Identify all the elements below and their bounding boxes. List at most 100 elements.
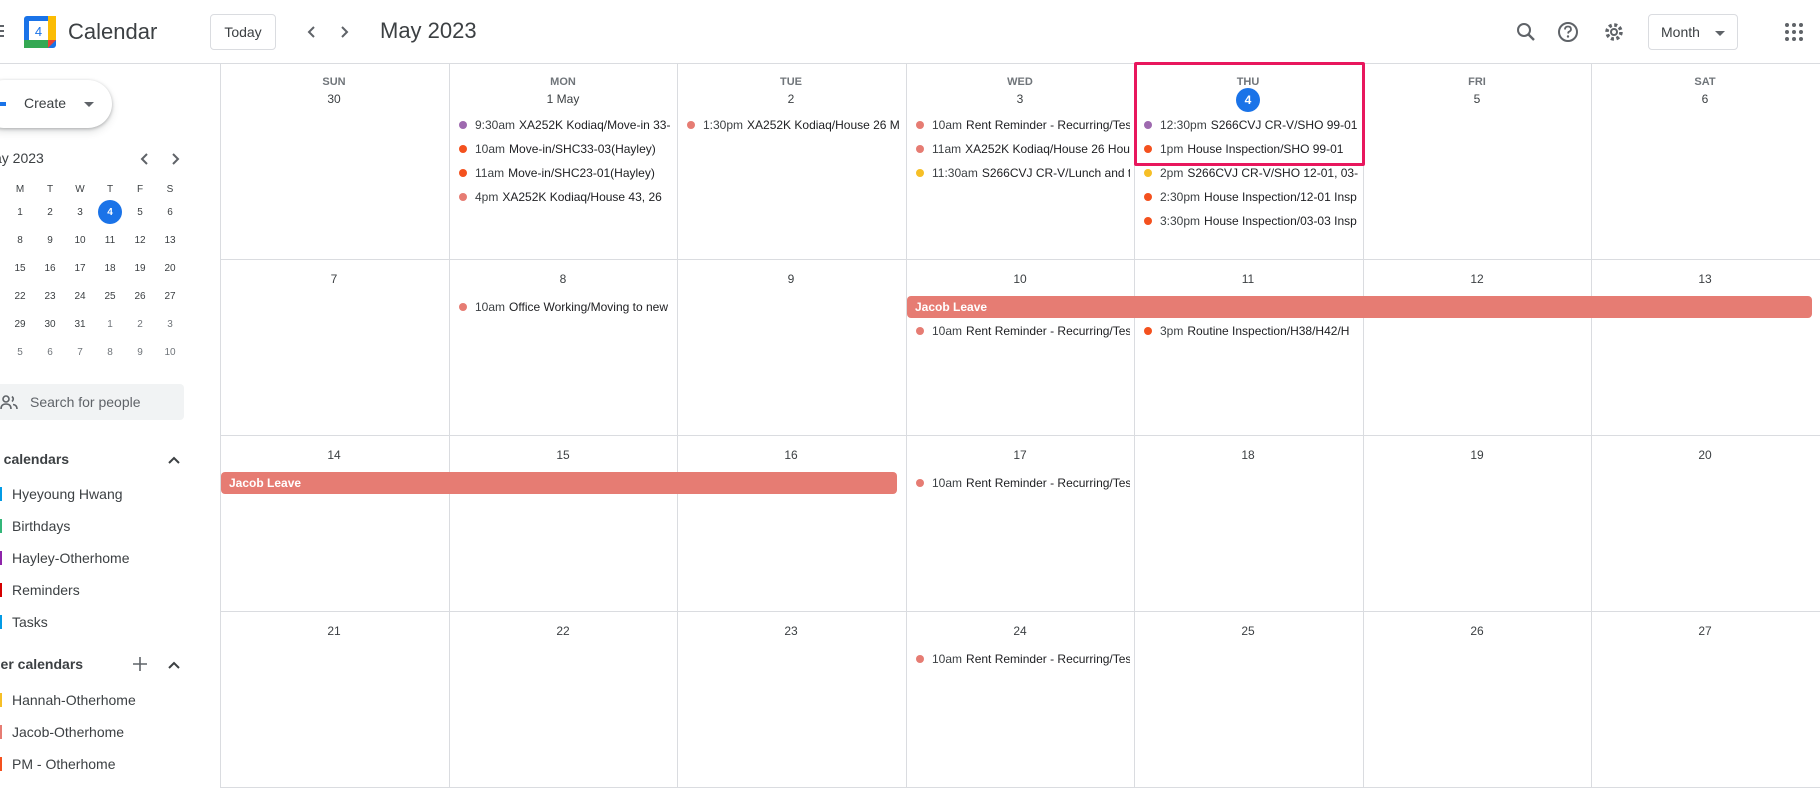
calendar-event[interactable]: 2pm S266CVJ CR-V/SHO 12-01, 03-0 [1144, 162, 1358, 184]
settings-button[interactable] [1598, 16, 1630, 48]
calendar-event[interactable]: 10am Move-in/SHC33-03(Hayley) [459, 138, 673, 160]
main-menu-icon[interactable] [0, 22, 4, 42]
previous-month-button[interactable] [296, 16, 328, 48]
day-number[interactable]: 2 [677, 92, 905, 106]
day-number[interactable]: 20 [1591, 448, 1819, 462]
other-calendars-heading[interactable]: her calendars [0, 656, 83, 672]
view-selector[interactable]: Month [1648, 14, 1738, 50]
create-button[interactable]: Create [0, 80, 112, 128]
mini-calendar-day[interactable]: 2 [35, 198, 65, 226]
today-button[interactable]: Today [210, 14, 276, 50]
mini-calendar-day[interactable]: 18 [95, 254, 125, 282]
mini-calendar-day[interactable]: 6 [35, 338, 65, 366]
day-number[interactable]: 3 [906, 92, 1134, 106]
search-button[interactable] [1510, 16, 1542, 48]
mini-calendar-day[interactable]: 16 [35, 254, 65, 282]
mini-calendar-previous-button[interactable] [134, 148, 156, 170]
mini-calendar-day[interactable]: 11 [95, 226, 125, 254]
day-number[interactable]: 10 [906, 272, 1134, 286]
search-people-box[interactable] [0, 384, 184, 420]
mini-calendar-day[interactable]: 2 [125, 310, 155, 338]
my-calendar-item[interactable]: Reminders [0, 578, 200, 602]
mini-calendar-next-button[interactable] [164, 148, 186, 170]
mini-calendar-day[interactable]: 24 [65, 282, 95, 310]
day-number[interactable]: 19 [1363, 448, 1591, 462]
mini-calendar-day[interactable]: 31 [65, 310, 95, 338]
calendar-event[interactable]: 2:30pm House Inspection/12-01 Insp [1144, 186, 1358, 208]
mini-calendar-day[interactable]: 8 [95, 338, 125, 366]
day-number[interactable]: 23 [677, 624, 905, 638]
day-number[interactable]: 12 [1363, 272, 1591, 286]
my-calendar-item[interactable]: Hayley-Otherhome [0, 546, 200, 570]
calendar-logo-icon[interactable]: 4 [24, 16, 56, 48]
day-number[interactable]: 6 [1591, 92, 1819, 106]
day-number[interactable]: 9 [677, 272, 905, 286]
day-number[interactable]: 16 [677, 448, 905, 462]
mini-calendar-day[interactable]: 13 [155, 226, 185, 254]
help-button[interactable] [1552, 16, 1584, 48]
day-number[interactable]: 21 [220, 624, 448, 638]
calendar-event[interactable]: 10am Rent Reminder - Recurring/Tes [916, 648, 1130, 670]
google-apps-button[interactable] [1778, 16, 1810, 48]
other-calendar-item[interactable]: Hannah-Otherhome [0, 688, 200, 712]
calendar-event[interactable]: 4pm XA252K Kodiaq/House 43, 26 [459, 186, 673, 208]
mini-calendar-day[interactable]: 15 [5, 254, 35, 282]
calendar-event[interactable]: 9:30am XA252K Kodiaq/Move-in 33- [459, 114, 673, 136]
mini-calendar-day[interactable]: 27 [155, 282, 185, 310]
day-number[interactable]: 8 [449, 272, 677, 286]
mini-calendar-day[interactable]: 23 [35, 282, 65, 310]
all-day-event[interactable]: Jacob Leave [221, 472, 897, 494]
calendar-event[interactable]: 10am Office Working/Moving to new [459, 296, 673, 318]
calendar-event[interactable]: 1pm House Inspection/SHO 99-01 [1144, 138, 1358, 160]
day-number[interactable]: 26 [1363, 624, 1591, 638]
mini-calendar-day[interactable]: 4 [95, 198, 125, 226]
mini-calendar-day[interactable]: 1 [95, 310, 125, 338]
day-number[interactable]: 22 [449, 624, 677, 638]
my-calendar-item[interactable]: Tasks [0, 610, 200, 634]
mini-calendar-day[interactable]: 9 [35, 226, 65, 254]
mini-calendar-day[interactable]: 10 [65, 226, 95, 254]
mini-calendar-day[interactable]: 25 [95, 282, 125, 310]
calendar-event[interactable]: 11:30am S266CVJ CR-V/Lunch and t [916, 162, 1130, 184]
day-number[interactable]: 30 [220, 92, 448, 106]
my-calendars-heading[interactable]: y calendars [0, 451, 69, 467]
my-calendars-collapse-button[interactable] [164, 450, 184, 470]
add-other-calendar-button[interactable] [130, 654, 150, 674]
calendar-event[interactable]: 11am Move-in/SHC23-01(Hayley) [459, 162, 673, 184]
search-people-input[interactable] [28, 392, 178, 412]
mini-calendar-day[interactable]: 29 [5, 310, 35, 338]
day-number[interactable]: 7 [220, 272, 448, 286]
mini-calendar-day[interactable]: 17 [65, 254, 95, 282]
day-number[interactable]: 27 [1591, 624, 1819, 638]
day-number[interactable]: 25 [1134, 624, 1362, 638]
mini-calendar-day[interactable]: 6 [155, 198, 185, 226]
mini-calendar-day[interactable]: 7 [65, 338, 95, 366]
day-number[interactable]: 1 May [449, 92, 677, 106]
mini-calendar-day[interactable]: 20 [155, 254, 185, 282]
mini-calendar-day[interactable]: 10 [155, 338, 185, 366]
day-number[interactable]: 17 [906, 448, 1134, 462]
day-number[interactable]: 15 [449, 448, 677, 462]
next-month-button[interactable] [328, 16, 360, 48]
mini-calendar-day[interactable]: 12 [125, 226, 155, 254]
day-number[interactable]: 14 [220, 448, 448, 462]
mini-calendar-day[interactable]: 3 [65, 198, 95, 226]
mini-calendar-day[interactable]: 19 [125, 254, 155, 282]
calendar-event[interactable]: 10am Rent Reminder - Recurring/Tes [916, 320, 1130, 342]
mini-calendar-day[interactable]: 22 [5, 282, 35, 310]
mini-calendar-day[interactable]: 30 [35, 310, 65, 338]
mini-calendar-day[interactable]: 5 [5, 338, 35, 366]
my-calendar-item[interactable]: Hyeyoung Hwang [0, 482, 200, 506]
mini-calendar-day[interactable]: 8 [5, 226, 35, 254]
other-calendars-collapse-button[interactable] [164, 655, 184, 675]
all-day-event[interactable]: Jacob Leave [907, 296, 1812, 318]
my-calendar-item[interactable]: Birthdays [0, 514, 200, 538]
mini-calendar-day[interactable]: 9 [125, 338, 155, 366]
other-calendar-item[interactable]: PM - Otherhome [0, 752, 200, 776]
mini-calendar-day[interactable]: 1 [5, 198, 35, 226]
day-number[interactable]: 18 [1134, 448, 1362, 462]
calendar-event[interactable]: 10am Rent Reminder - Recurring/Tes [916, 472, 1130, 494]
mini-calendar-day[interactable]: 3 [155, 310, 185, 338]
other-calendar-item[interactable]: Jacob-Otherhome [0, 720, 200, 744]
mini-calendar-day[interactable]: 26 [125, 282, 155, 310]
